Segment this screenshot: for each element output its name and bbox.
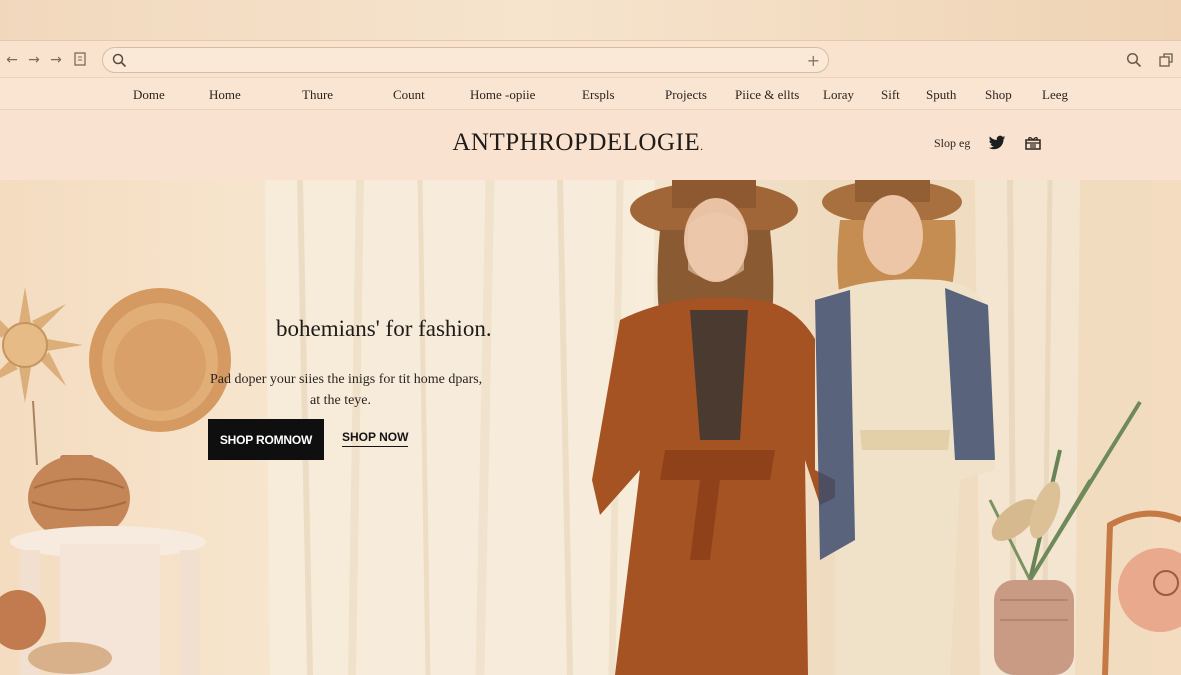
nav-item-projects[interactable]: Projects xyxy=(665,87,707,103)
plus-icon[interactable]: + xyxy=(807,51,820,70)
main-nav: Dome Home Thure Count Home -opiie Erspls… xyxy=(0,78,1181,110)
hero-title: bohemians' for fashion. xyxy=(276,316,492,341)
nav-item-leeg[interactable]: Leeg xyxy=(1042,87,1068,103)
wall-strip xyxy=(0,0,1181,40)
rattan-chair xyxy=(1102,510,1181,675)
hero-subtitle: at the teye. xyxy=(310,393,372,408)
twitter-icon[interactable] xyxy=(988,134,1006,152)
nav-item-dome[interactable]: Dome xyxy=(133,87,165,103)
brand-mark: . xyxy=(700,139,704,153)
shop-link[interactable]: Slop eg xyxy=(934,136,970,151)
bowl xyxy=(28,642,112,674)
nav-item-home-opiie[interactable]: Home -opiie xyxy=(470,87,535,103)
hero-subtitle: Pad doper your siies the inigs for tit h… xyxy=(210,372,483,387)
url-bar[interactable]: + xyxy=(102,47,829,73)
nav-item-sputh[interactable]: Sputh xyxy=(926,87,956,103)
sun-decoration xyxy=(0,287,83,466)
nav-item-piice-ellts[interactable]: Piice & ellts xyxy=(735,87,799,103)
hero-photo xyxy=(0,180,1181,675)
nav-item-count[interactable]: Count xyxy=(393,87,425,103)
page-icon[interactable] xyxy=(72,52,88,68)
shop-romnow-button[interactable]: SHOP ROMNOW xyxy=(208,419,324,460)
nav-item-thure[interactable]: Thure xyxy=(302,87,333,103)
hero-banner: bohemians' for fashion. Pad doper your s… xyxy=(0,180,1181,675)
site-header: ANTPHROPDELOGIE. Slop eg xyxy=(0,110,1181,180)
reload-arrow-icon[interactable]: → xyxy=(48,52,64,68)
brand-name: ANTPHROPDELOGIE xyxy=(452,129,701,156)
nav-item-shop[interactable]: Shop xyxy=(985,87,1012,103)
nav-item-home[interactable]: Home xyxy=(209,87,241,103)
brand-logo[interactable]: ANTPHROPDELOGIE. xyxy=(0,129,1156,157)
model-right xyxy=(815,180,995,675)
back-arrow-icon[interactable]: ← xyxy=(4,52,20,68)
nav-item-loray[interactable]: Loray xyxy=(823,87,854,103)
browser-toolbar: ← → → + xyxy=(0,40,1181,78)
shop-now-link[interactable]: SHOP NOW xyxy=(342,430,409,447)
forward-arrow-icon[interactable]: → xyxy=(26,52,42,68)
window-icon[interactable] xyxy=(1158,52,1174,68)
search-icon xyxy=(112,53,127,68)
search-icon[interactable] xyxy=(1126,52,1142,68)
gift-icon[interactable] xyxy=(1024,134,1042,152)
nav-item-erspls[interactable]: Erspls xyxy=(582,87,615,103)
wall-basket xyxy=(89,288,231,432)
nav-item-sift[interactable]: Sift xyxy=(881,87,900,103)
